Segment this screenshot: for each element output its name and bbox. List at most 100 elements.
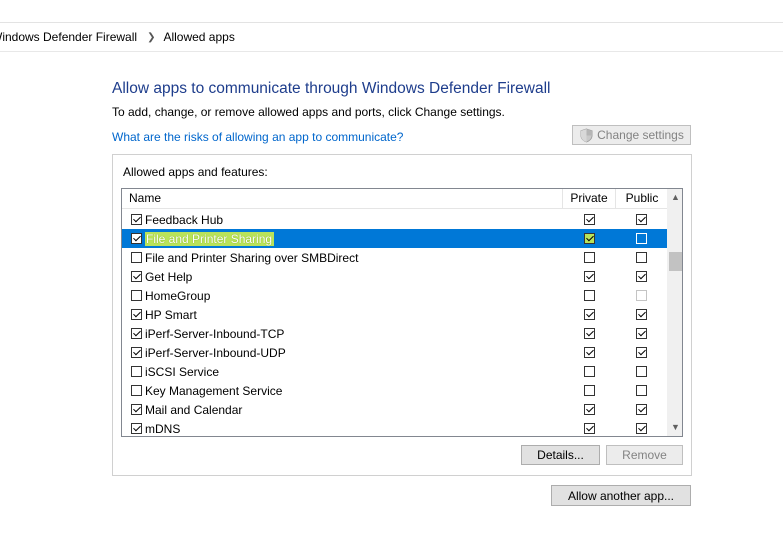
private-cell (584, 252, 595, 263)
private-checkbox[interactable] (584, 214, 595, 225)
enable-checkbox[interactable] (131, 385, 142, 396)
page-subtitle: To add, change, or remove allowed apps a… (112, 105, 505, 119)
public-checkbox[interactable] (636, 366, 647, 377)
list-item-label: File and Printer Sharing (145, 231, 275, 246)
list-item[interactable]: mDNS (122, 419, 667, 436)
list-item[interactable]: File and Printer Sharing (122, 229, 667, 248)
list-item-name-cell: File and Printer Sharing over SMBDirect (131, 248, 358, 267)
allow-another-app-button[interactable]: Allow another app... (551, 485, 691, 506)
list-item-name-cell: HomeGroup (131, 286, 210, 305)
enable-checkbox[interactable] (131, 404, 142, 415)
list-item[interactable]: iPerf-Server-Inbound-UDP (122, 343, 667, 362)
enable-checkbox[interactable] (131, 347, 142, 358)
list-item[interactable]: Feedback Hub (122, 210, 667, 229)
allowed-apps-list[interactable]: Name Private Public Feedback Hub File and… (121, 188, 683, 437)
list-item-name-cell: Mail and Calendar (131, 400, 242, 419)
public-cell (636, 404, 647, 415)
public-cell (636, 290, 647, 301)
public-checkbox[interactable] (636, 328, 647, 339)
list-item-label: Key Management Service (145, 383, 283, 398)
public-checkbox[interactable] (636, 252, 647, 263)
private-cell (584, 214, 595, 225)
enable-checkbox[interactable] (131, 309, 142, 320)
public-cell (636, 252, 647, 263)
list-item-name-cell: File and Printer Sharing (131, 229, 275, 248)
private-cell (584, 328, 595, 339)
enable-checkbox[interactable] (131, 233, 142, 244)
public-checkbox[interactable] (636, 309, 647, 320)
list-item-label: HomeGroup (145, 288, 211, 303)
private-cell (584, 385, 595, 396)
enable-checkbox[interactable] (131, 366, 142, 377)
list-item-name-cell: Key Management Service (131, 381, 282, 400)
public-checkbox[interactable] (636, 214, 647, 225)
enable-checkbox[interactable] (131, 252, 142, 263)
public-checkbox[interactable] (636, 290, 647, 301)
list-item[interactable]: HP Smart (122, 305, 667, 324)
column-header-name[interactable]: Name (129, 189, 161, 208)
public-cell (636, 385, 647, 396)
private-cell (584, 271, 595, 282)
list-item-label: File and Printer Sharing over SMBDirect (145, 250, 359, 265)
scroll-down-icon[interactable]: ▼ (667, 419, 682, 436)
list-item-label: mDNS (145, 421, 181, 436)
public-checkbox[interactable] (636, 347, 647, 358)
private-checkbox[interactable] (584, 366, 595, 377)
allowed-apps-group: Allowed apps and features: Name Private … (112, 154, 692, 476)
public-cell (636, 423, 647, 434)
breadcrumb: Windows Defender Firewall ❯ Allowed apps (0, 23, 783, 52)
enable-checkbox[interactable] (131, 271, 142, 282)
private-checkbox[interactable] (584, 385, 595, 396)
private-checkbox[interactable] (584, 290, 595, 301)
details-button[interactable]: Details... (521, 445, 600, 465)
list-item[interactable]: HomeGroup (122, 286, 667, 305)
list-item-name-cell: iSCSI Service (131, 362, 219, 381)
list-item[interactable]: Mail and Calendar (122, 400, 667, 419)
list-item-name-cell: Feedback Hub (131, 210, 223, 229)
list-item-label: Mail and Calendar (145, 402, 243, 417)
private-checkbox[interactable] (584, 404, 595, 415)
public-checkbox[interactable] (636, 271, 647, 282)
page-title: Allow apps to communicate through Window… (112, 80, 551, 97)
enable-checkbox[interactable] (131, 290, 142, 301)
breadcrumb-item-firewall[interactable]: Windows Defender Firewall (0, 30, 137, 44)
breadcrumb-item-allowed-apps[interactable]: Allowed apps (163, 30, 234, 44)
public-cell (636, 233, 647, 244)
private-checkbox[interactable] (584, 347, 595, 358)
list-item[interactable]: Get Help (122, 267, 667, 286)
list-item-label: iPerf-Server-Inbound-UDP (145, 345, 286, 360)
enable-checkbox[interactable] (131, 214, 142, 225)
private-cell (584, 404, 595, 415)
list-item-label: HP Smart (145, 307, 197, 322)
scroll-up-icon[interactable]: ▲ (667, 189, 682, 206)
private-checkbox[interactable] (584, 328, 595, 339)
public-checkbox[interactable] (636, 423, 647, 434)
vertical-scrollbar[interactable]: ▲ ▼ (667, 189, 682, 436)
enable-checkbox[interactable] (131, 423, 142, 434)
private-checkbox[interactable] (584, 271, 595, 282)
column-header-public[interactable]: Public (615, 189, 668, 208)
private-checkbox[interactable] (584, 233, 595, 244)
list-item-label: Get Help (145, 269, 193, 284)
list-item[interactable]: iPerf-Server-Inbound-TCP (122, 324, 667, 343)
private-checkbox[interactable] (584, 252, 595, 263)
public-checkbox[interactable] (636, 404, 647, 415)
remove-button[interactable]: Remove (606, 445, 683, 465)
risks-link[interactable]: What are the risks of allowing an app to… (112, 130, 403, 144)
list-item[interactable]: File and Printer Sharing over SMBDirect (122, 248, 667, 267)
public-cell (636, 328, 647, 339)
list-item[interactable]: Key Management Service (122, 381, 667, 400)
scroll-thumb[interactable] (669, 252, 682, 271)
public-checkbox[interactable] (636, 385, 647, 396)
enable-checkbox[interactable] (131, 328, 142, 339)
public-checkbox[interactable] (636, 233, 647, 244)
private-cell (584, 290, 595, 301)
private-checkbox[interactable] (584, 423, 595, 434)
chevron-right-icon: ❯ (147, 31, 156, 43)
list-item[interactable]: iSCSI Service (122, 362, 667, 381)
private-cell (584, 347, 595, 358)
column-header-private[interactable]: Private (562, 189, 615, 208)
public-cell (636, 214, 647, 225)
change-settings-button[interactable]: Change settings (572, 125, 691, 145)
private-checkbox[interactable] (584, 309, 595, 320)
